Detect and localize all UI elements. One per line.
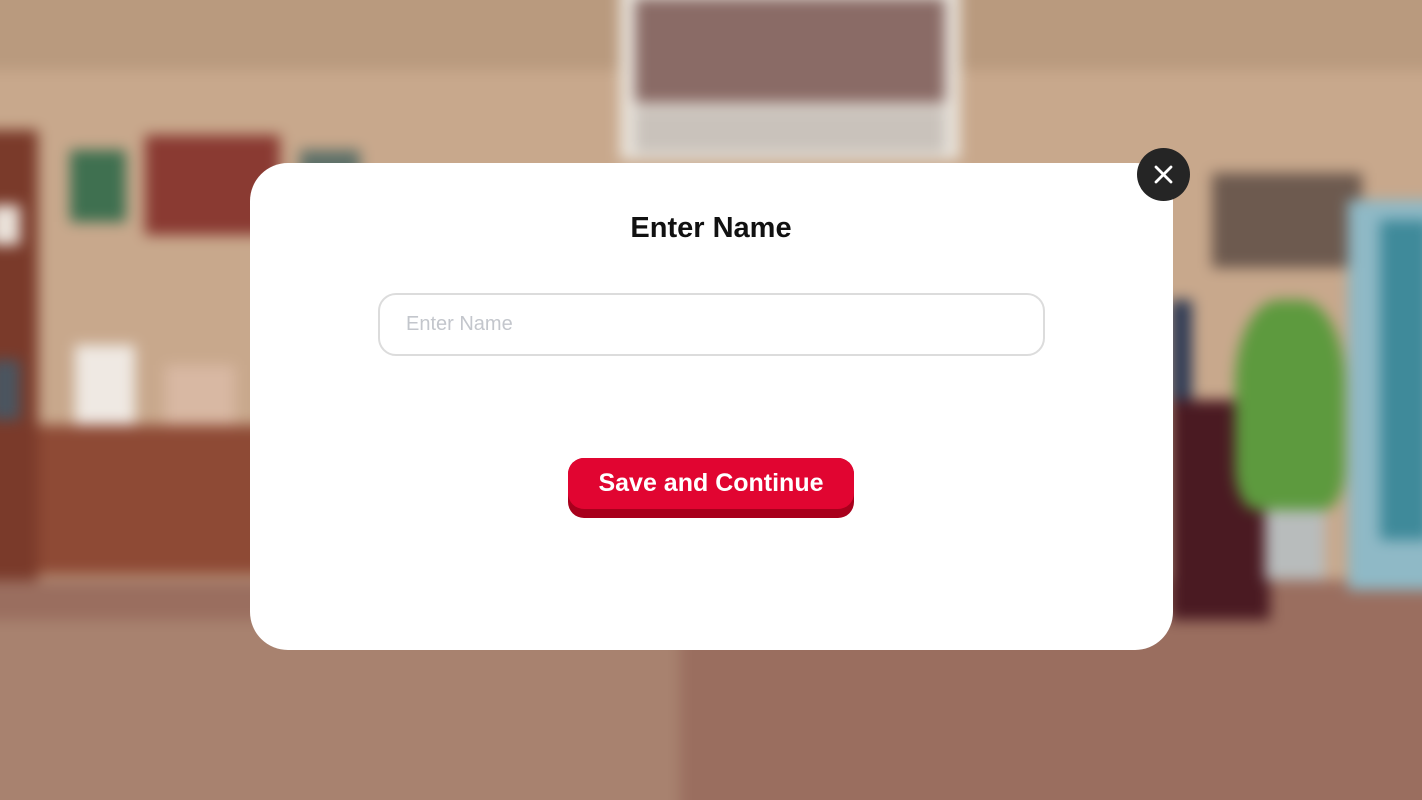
save-and-continue-button[interactable]: Save and Continue: [568, 458, 854, 518]
close-icon: [1154, 165, 1173, 184]
save-button-label: Save and Continue: [568, 458, 854, 509]
name-input[interactable]: [378, 293, 1045, 356]
dialog-title: Enter Name: [630, 212, 792, 244]
close-button[interactable]: [1137, 148, 1190, 201]
